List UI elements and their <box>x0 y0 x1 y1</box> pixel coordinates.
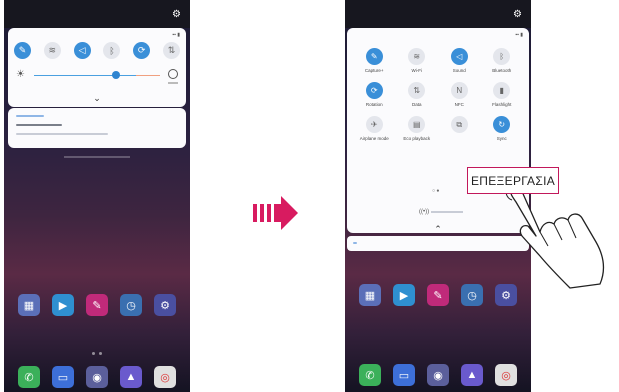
edit-button-label: ΕΠΕΞΕΡΓΑΣΙΑ <box>470 173 556 188</box>
notification-card[interactable] <box>8 108 186 148</box>
messages-icon[interactable]: ▭ <box>52 366 74 388</box>
clock-icon[interactable]: ◷ <box>120 294 142 316</box>
auto-brightness-icon[interactable] <box>168 69 178 79</box>
arrow-right-icon <box>253 196 298 230</box>
sound-icon[interactable]: ◁ <box>73 42 91 59</box>
eco-playback-icon: ▤ <box>408 116 426 133</box>
dock: ✆ ▭ ◉ ▲ ◎ <box>18 366 176 388</box>
quick-tile-label: Wi-Fi <box>411 68 423 73</box>
gear-icon[interactable]: ⚙ <box>513 10 523 20</box>
brightness-icon: ☀ <box>16 69 25 80</box>
link-icon: ⧉ <box>450 116 468 133</box>
quick-settings-panel: ▪▪ ▮ ✎ ≋ ◁ ᛒ ⟳ ⇅ ☀ ⌄ <box>8 28 186 107</box>
flashlight-icon: ▮ <box>493 82 511 99</box>
rotation-icon[interactable]: ⟳ <box>133 42 151 59</box>
nfc-icon: N <box>450 82 468 99</box>
notification-title <box>16 124 62 126</box>
battery-status-icon: ▪▪ ▮ <box>172 32 180 38</box>
page-indicator <box>99 352 102 355</box>
notification-app-icon <box>353 242 357 244</box>
quick-tile[interactable]: ⇅ Data <box>396 82 439 107</box>
battery-status-icon: ▪▪ ▮ <box>515 32 523 38</box>
camera-icon[interactable]: ◉ <box>86 366 108 388</box>
pointing-hand-icon <box>505 185 605 289</box>
sync-icon: ↻ <box>493 116 511 133</box>
messages-icon[interactable]: ▭ <box>393 364 415 386</box>
play-store-icon[interactable]: ▶ <box>52 294 74 316</box>
cast-icon[interactable]: ((•)) <box>419 209 429 215</box>
status-bar: ⚙ <box>4 0 190 28</box>
chevron-up-icon[interactable]: ⌃ <box>434 224 442 235</box>
dock: ✆ ▭ ◉ ▲ ◎ <box>359 364 517 386</box>
quick-tile-label: NFC <box>454 102 464 107</box>
chrome-icon[interactable]: ◎ <box>495 364 517 386</box>
capture-icon: ✎ <box>365 48 383 65</box>
bluetooth-icon[interactable]: ᛒ <box>103 42 121 59</box>
rotation-icon: ⟳ <box>365 82 383 99</box>
capture-icon[interactable]: ✎ <box>14 42 31 59</box>
status-bar: ⚙ <box>345 0 531 28</box>
quick-tile-grid: ✎ Capture+ ≋ Wi-Fi ◁ Sound ᛒ Bluetooth ⟳ Rotation… <box>353 48 523 141</box>
quick-tile-label: Capture+ <box>364 68 384 73</box>
chrome-icon[interactable]: ◎ <box>154 366 176 388</box>
quick-tile-label: Eco playback <box>403 136 431 141</box>
quick-tile[interactable]: ✎ Capture+ <box>353 48 396 73</box>
quick-tile[interactable]: ⟳ Rotation <box>353 82 396 107</box>
quick-tile-label: Sync <box>496 136 507 141</box>
play-store-icon[interactable]: ▶ <box>393 284 415 306</box>
brightness-slider[interactable]: ☀ <box>16 69 178 84</box>
quick-tile[interactable]: ⧉ <box>438 116 481 141</box>
auto-brightness-label <box>168 82 178 84</box>
pen-icon[interactable]: ✎ <box>427 284 449 306</box>
data-icon[interactable]: ⇅ <box>162 42 180 59</box>
quick-tile[interactable]: ▮ Flashlight <box>481 82 524 107</box>
phone-icon[interactable]: ✆ <box>18 366 40 388</box>
notification-body <box>16 133 108 135</box>
quick-tile[interactable]: ◁ Sound <box>438 48 481 73</box>
brightness-knob[interactable] <box>112 71 121 79</box>
settings-icon[interactable]: ⚙ <box>154 294 176 316</box>
quick-tile-label: Sound <box>452 68 466 73</box>
quick-tile[interactable]: ▤ Eco playback <box>396 116 439 141</box>
edit-button[interactable]: ΕΠΕΞΕΡΓΑΣΙΑ <box>467 167 559 194</box>
page-indicator <box>92 352 95 355</box>
camera-icon[interactable]: ◉ <box>427 364 449 386</box>
sound-icon: ◁ <box>450 48 468 65</box>
bluetooth-icon: ᛒ <box>493 48 511 65</box>
data-icon: ⇅ <box>408 82 426 99</box>
quick-tile-label: Flashlight <box>492 102 512 107</box>
quick-tile[interactable]: ↻ Sync <box>481 116 524 141</box>
quick-tile[interactable]: ✈ Airplane mode <box>353 116 396 141</box>
quick-toggle-row: ✎ ≋ ◁ ᛒ ⟳ ⇅ <box>14 42 180 60</box>
stage: ⚙ ▪▪ ▮ ✎ ≋ ◁ ᛒ ⟳ ⇅ ☀ ⌄ ▦ ▶ ✎ ◷ ⚙ ✆ ▭ ◉ ▲ ◎ <box>0 0 619 392</box>
gear-icon[interactable]: ⚙ <box>172 10 182 20</box>
gallery-icon[interactable]: ▲ <box>120 366 142 388</box>
quick-tile-label: Data <box>411 102 422 107</box>
grid-apps-icon[interactable]: ▦ <box>18 294 40 316</box>
notification-settings-link[interactable] <box>64 156 130 158</box>
phone-icon[interactable]: ✆ <box>359 364 381 386</box>
quick-tile[interactable]: N NFC <box>438 82 481 107</box>
wifi-icon: ≋ <box>408 48 426 65</box>
grid-apps-icon[interactable]: ▦ <box>359 284 381 306</box>
home-app-row: ▦ ▶ ✎ ◷ ⚙ <box>359 284 517 306</box>
cast-label <box>431 211 463 213</box>
home-app-row: ▦ ▶ ✎ ◷ ⚙ <box>18 294 176 316</box>
quick-tile[interactable]: ᛒ Bluetooth <box>481 48 524 73</box>
quick-tile-label: Airplane mode <box>359 136 389 141</box>
brightness-track-rest <box>136 75 160 76</box>
clock-icon[interactable]: ◷ <box>461 284 483 306</box>
pen-icon[interactable]: ✎ <box>86 294 108 316</box>
quick-tile-label: Bluetooth <box>492 68 512 73</box>
notification-app-name <box>16 115 44 117</box>
gallery-icon[interactable]: ▲ <box>461 364 483 386</box>
phone-screen-collapsed: ⚙ ▪▪ ▮ ✎ ≋ ◁ ᛒ ⟳ ⇅ ☀ ⌄ ▦ ▶ ✎ ◷ ⚙ ✆ ▭ ◉ ▲ ◎ <box>4 0 190 392</box>
airplane-icon: ✈ <box>365 116 383 133</box>
quick-tile[interactable]: ≋ Wi-Fi <box>396 48 439 73</box>
quick-tile-label: Rotation <box>365 102 383 107</box>
page-dots: ○ ● <box>432 188 440 194</box>
wifi-icon[interactable]: ≋ <box>43 42 61 59</box>
chevron-down-icon[interactable]: ⌄ <box>93 93 101 104</box>
